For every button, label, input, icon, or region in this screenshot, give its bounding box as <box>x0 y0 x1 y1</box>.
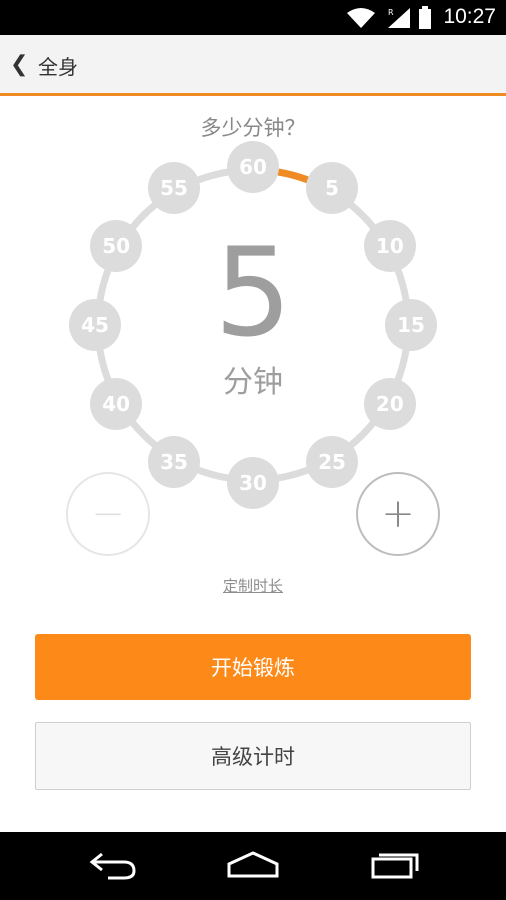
dial-tick-60[interactable]: 60 <box>227 141 279 193</box>
duration-dial[interactable]: 60 5 10 15 20 25 30 35 40 45 50 55 5 分钟 <box>0 0 506 560</box>
recents-nav-icon[interactable] <box>370 850 420 880</box>
back-nav-icon[interactable] <box>88 850 138 880</box>
dial-tick-5[interactable]: 5 <box>306 162 358 215</box>
dial-tick-25[interactable]: 25 <box>306 435 358 488</box>
increase-button[interactable]: + <box>356 472 440 556</box>
dial-tick-35[interactable]: 35 <box>148 435 200 488</box>
advanced-timer-button[interactable]: 高级计时 <box>35 722 471 790</box>
selected-minutes: 5 <box>214 222 292 364</box>
custom-duration-link[interactable]: 定制时长 <box>0 575 506 596</box>
start-workout-button[interactable]: 开始锻炼 <box>35 634 471 700</box>
minutes-unit: 分钟 <box>223 365 283 400</box>
dial-tick-55[interactable]: 55 <box>148 162 200 215</box>
nav-bar <box>0 832 506 900</box>
decrease-button[interactable]: − <box>66 472 150 556</box>
dial-tick-30[interactable]: 30 <box>227 457 279 509</box>
home-nav-icon[interactable] <box>226 850 280 880</box>
